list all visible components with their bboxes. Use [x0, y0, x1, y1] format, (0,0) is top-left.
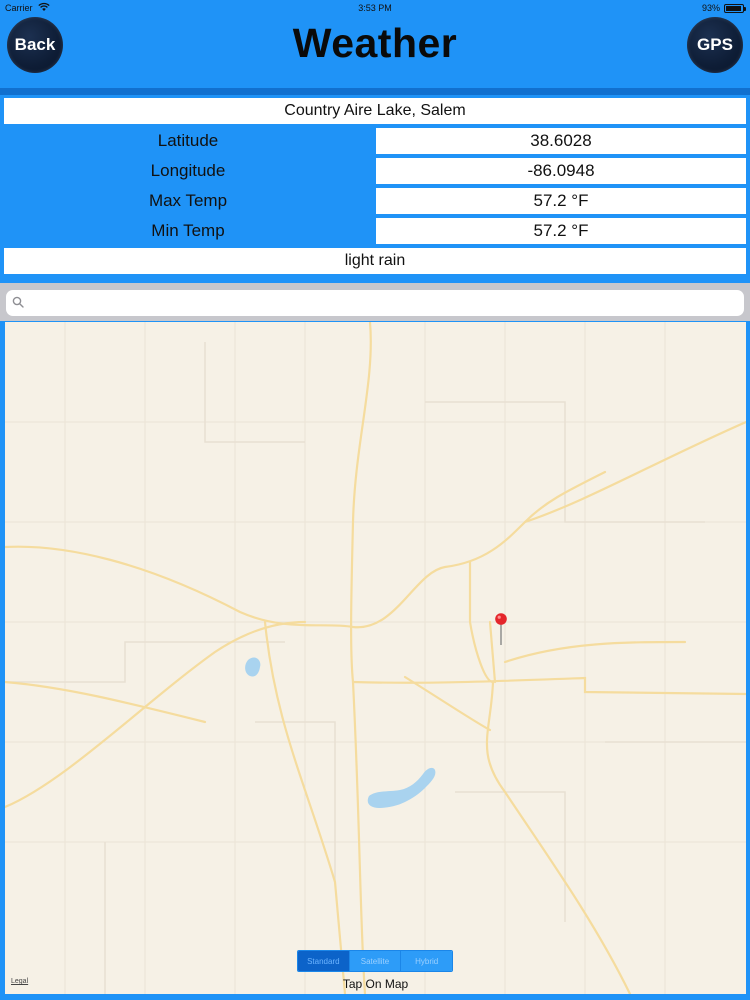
search-icon	[12, 296, 24, 308]
weather-conditions: light rain	[4, 248, 746, 274]
page-title: Weather	[292, 20, 458, 66]
latitude-label: Latitude	[157, 131, 219, 150]
location-name: Country Aire Lake, Salem	[4, 98, 746, 124]
longitude-value: -86.0948	[376, 158, 746, 184]
longitude-label: Longitude	[150, 161, 226, 180]
map-type-control: Standard Satellite Hybrid	[297, 950, 453, 972]
min-temp-label: Min Temp	[151, 221, 225, 240]
gps-button[interactable]: GPS	[687, 17, 743, 73]
max-temp-label: Max Temp	[148, 191, 228, 210]
map-roads	[5, 322, 746, 994]
min-temp-value: 57.2 °F	[376, 218, 746, 244]
map-mode-hybrid[interactable]: Hybrid	[400, 951, 452, 971]
max-temp-value: 57.2 °F	[376, 188, 746, 214]
search-field-container[interactable]	[6, 290, 744, 316]
latitude-value: 38.6028	[376, 128, 746, 154]
search-bar	[0, 283, 750, 321]
search-input[interactable]	[28, 292, 728, 314]
tap-on-map-hint: Tap On Map	[342, 977, 409, 991]
map-pin-icon[interactable]	[494, 612, 508, 646]
map-mode-satellite[interactable]: Satellite	[348, 951, 401, 971]
app-header: Back Weather GPS	[0, 0, 750, 88]
map-view[interactable]: Standard Satellite Hybrid Legal Tap On M…	[5, 322, 746, 994]
map-mode-standard[interactable]: Standard	[298, 951, 349, 971]
header-divider	[0, 88, 750, 95]
